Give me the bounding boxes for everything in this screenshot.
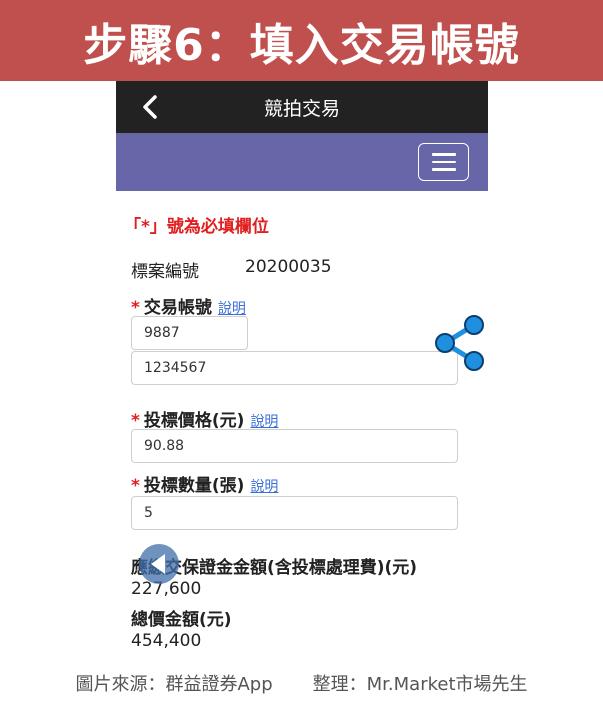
required-note: 「*」號為必填欄位 [124, 217, 269, 237]
required-mark: * [131, 476, 140, 496]
toolbar [116, 133, 488, 191]
required-mark: * [131, 411, 140, 431]
account-branch-field[interactable]: 9887 [131, 316, 248, 350]
hamburger-menu-icon[interactable] [418, 143, 469, 181]
price-label: 投標價格(元) [143, 411, 245, 431]
image-credit: 圖片來源：群益證券App 整理：Mr.Market市場先生 [0, 670, 603, 696]
total-value: 454,400 [131, 631, 202, 651]
price-label-row: * 投標價格(元) 說明 [131, 406, 278, 431]
account-label: 交易帳號 [143, 298, 212, 318]
price-field[interactable]: 90.88 [131, 429, 458, 463]
compiled-credit: 整理：Mr.Market市場先生 [312, 674, 528, 695]
case-no-label: 標案編號 [131, 262, 199, 282]
total-label: 總價金額(元) [131, 610, 232, 630]
qty-label: 投標數量(張) [143, 476, 245, 496]
banner-title: 步驟6：填入交易帳號 [83, 19, 520, 71]
account-label-row: * 交易帳號 說明 [131, 293, 246, 318]
price-help-link[interactable]: 說明 [250, 414, 278, 430]
qty-label-row: * 投標數量(張) 說明 [131, 471, 278, 496]
qty-field[interactable]: 5 [131, 496, 458, 530]
required-mark: * [131, 298, 140, 318]
media-back-icon[interactable] [138, 543, 180, 585]
account-help-link[interactable]: 說明 [218, 301, 246, 317]
share-icon[interactable] [431, 313, 487, 373]
app-header: 競拍交易 [116, 81, 488, 133]
case-no-value: 20200035 [245, 257, 332, 277]
qty-help-link[interactable]: 說明 [250, 479, 278, 495]
title-banner: 步驟6：填入交易帳號 [0, 0, 603, 81]
chevron-left-icon[interactable] [138, 93, 164, 121]
source-credit: 圖片來源：群益證券App [75, 674, 273, 695]
phone-screen: 競拍交易 「*」號為必填欄位 標案編號 20200035 * 交易帳號 說明 988… [116, 81, 488, 654]
page-title: 競拍交易 [263, 97, 340, 120]
account-number-field[interactable]: 1234567 [131, 351, 458, 385]
